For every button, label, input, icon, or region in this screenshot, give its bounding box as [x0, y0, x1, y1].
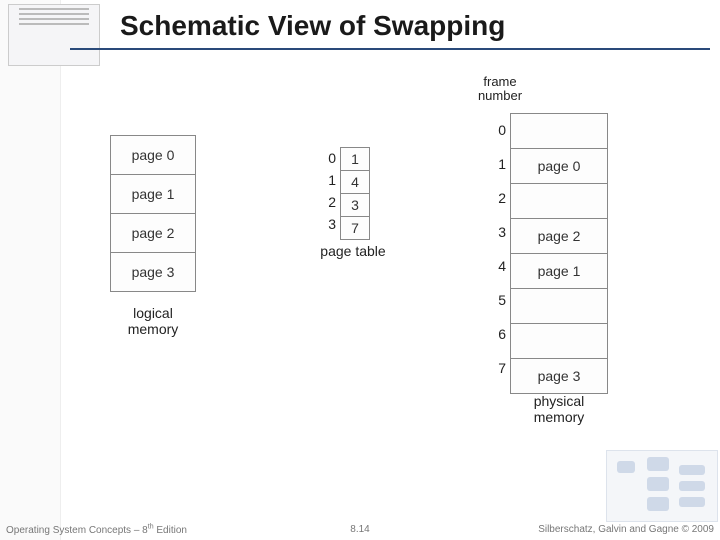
page-table-index: 0	[318, 147, 336, 169]
frame-index: 6	[488, 317, 506, 351]
frame-index: 5	[488, 283, 506, 317]
logical-page: page 2	[110, 214, 196, 253]
physical-frame: page 0	[510, 149, 608, 184]
page-table-entry: 1	[340, 147, 370, 171]
physical-frame	[510, 289, 608, 324]
physical-frame	[510, 113, 608, 149]
frame-index: 0	[488, 113, 506, 147]
physical-memory-column: page 0 page 2 page 1 page 3	[510, 113, 608, 394]
slide-footer: Operating System Concepts – 8th Edition …	[6, 524, 714, 536]
page-table-entry: 7	[340, 217, 370, 240]
bottom-right-thumbnail	[606, 450, 718, 522]
physical-frame: page 3	[510, 359, 608, 394]
physical-frame: page 1	[510, 254, 608, 289]
physical-frame-indices: 0 1 2 3 4 5 6 7	[488, 113, 506, 385]
frame-index: 1	[488, 147, 506, 181]
corner-thumbnail	[8, 4, 100, 66]
logical-page: page 3	[110, 253, 196, 292]
page-table-index: 3	[318, 213, 336, 235]
page-table-entry: 3	[340, 194, 370, 217]
physical-memory-caption: physical memory	[510, 393, 608, 425]
page-table-index: 1	[318, 169, 336, 191]
logical-page: page 1	[110, 175, 196, 214]
logical-page: page 0	[110, 135, 196, 175]
page-table-column: 1 4 3 7	[340, 147, 370, 240]
page-table-index: 2	[318, 191, 336, 213]
logical-memory-caption: logical memory	[110, 305, 196, 337]
page-table-entry: 4	[340, 171, 370, 194]
frame-number-header: frame number	[470, 75, 530, 103]
page-table-indices: 0 1 2 3	[318, 147, 336, 235]
swapping-diagram: page 0 page 1 page 2 page 3 logical memo…	[40, 95, 680, 455]
slide-title: Schematic View of Swapping	[120, 10, 505, 42]
frame-index: 4	[488, 249, 506, 283]
physical-frame	[510, 184, 608, 219]
page-table-caption: page table	[308, 243, 398, 259]
logical-memory-column: page 0 page 1 page 2 page 3	[110, 135, 196, 292]
footer-right: Silberschatz, Galvin and Gagne © 2009	[538, 524, 714, 535]
physical-frame: page 2	[510, 219, 608, 254]
physical-frame	[510, 324, 608, 359]
title-underline	[70, 48, 710, 50]
frame-index: 2	[488, 181, 506, 215]
frame-index: 3	[488, 215, 506, 249]
frame-index: 7	[488, 351, 506, 385]
